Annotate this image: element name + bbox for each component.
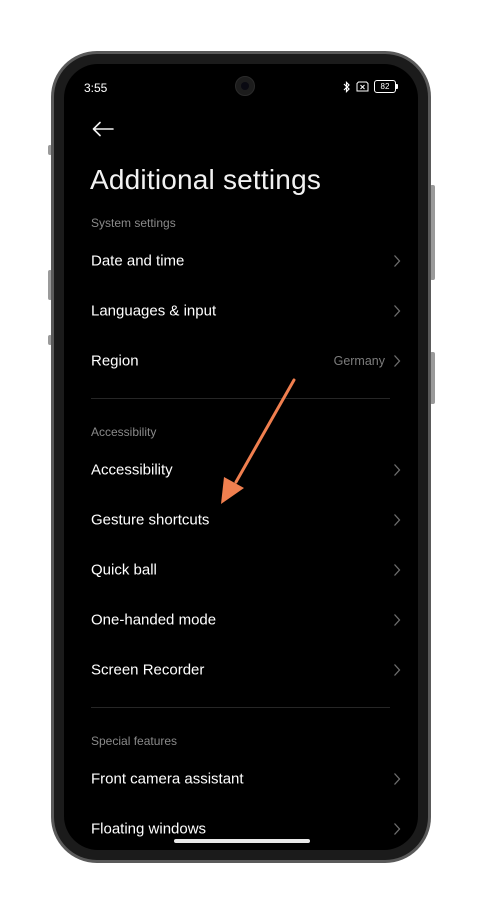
- settings-row-floating-windows[interactable]: Floating windows: [64, 807, 418, 850]
- row-label: Quick ball: [91, 561, 157, 579]
- chevron-right-icon: [394, 305, 401, 317]
- row-label: Screen Recorder: [91, 661, 205, 679]
- status-icons: 82: [343, 80, 398, 93]
- settings-row-region[interactable]: Region Germany: [64, 339, 418, 383]
- chevron-right-icon: [394, 464, 401, 476]
- chevron-right-icon: [394, 773, 401, 785]
- back-button[interactable]: [88, 114, 118, 144]
- bluetooth-icon: [343, 80, 351, 93]
- row-label: Date and time: [91, 252, 185, 270]
- row-label: Front camera assistant: [91, 770, 244, 788]
- chevron-right-icon: [394, 614, 401, 626]
- row-label: Region: [91, 352, 139, 370]
- settings-row-one-handed-mode[interactable]: One-handed mode: [64, 598, 418, 642]
- row-label: Languages & input: [91, 302, 217, 320]
- settings-row-front-camera-assistant[interactable]: Front camera assistant: [64, 757, 418, 801]
- settings-row-languages-input[interactable]: Languages & input: [64, 289, 418, 333]
- chevron-right-icon: [394, 823, 401, 835]
- back-arrow-icon: [92, 121, 114, 137]
- home-indicator[interactable]: [174, 839, 310, 843]
- phone-frame: 3:55 82 Additional settings System setti…: [51, 51, 431, 863]
- row-label: One-handed mode: [91, 611, 217, 629]
- screen: 3:55 82 Additional settings System setti…: [64, 64, 418, 850]
- chevron-right-icon: [394, 255, 401, 267]
- page-title: Additional settings: [90, 164, 322, 195]
- chevron-right-icon: [394, 564, 401, 576]
- battery-icon: 82: [374, 80, 398, 93]
- chevron-right-icon: [394, 664, 401, 676]
- section-divider: [91, 707, 390, 708]
- settings-row-date-time[interactable]: Date and time: [64, 239, 418, 283]
- region-value: Germany: [333, 354, 385, 368]
- section-header-system: System settings: [91, 216, 176, 230]
- row-label: Accessibility: [91, 461, 173, 479]
- row-label: Gesture shortcuts: [91, 511, 210, 529]
- section-divider: [91, 398, 390, 399]
- chevron-right-icon: [394, 355, 401, 367]
- phone-bezel: 3:55 82 Additional settings System setti…: [54, 54, 428, 860]
- row-label: Floating windows: [91, 820, 207, 838]
- settings-row-quick-ball[interactable]: Quick ball: [64, 548, 418, 592]
- settings-row-screen-recorder[interactable]: Screen Recorder: [64, 648, 418, 692]
- settings-row-gesture-shortcuts[interactable]: Gesture shortcuts: [64, 498, 418, 542]
- sim-icon: [356, 81, 369, 92]
- section-header-accessibility: Accessibility: [91, 425, 157, 439]
- status-time: 3:55: [84, 81, 108, 95]
- settings-row-accessibility[interactable]: Accessibility: [64, 448, 418, 492]
- front-camera: [235, 76, 255, 96]
- chevron-right-icon: [394, 514, 401, 526]
- section-header-special-features: Special features: [91, 734, 178, 748]
